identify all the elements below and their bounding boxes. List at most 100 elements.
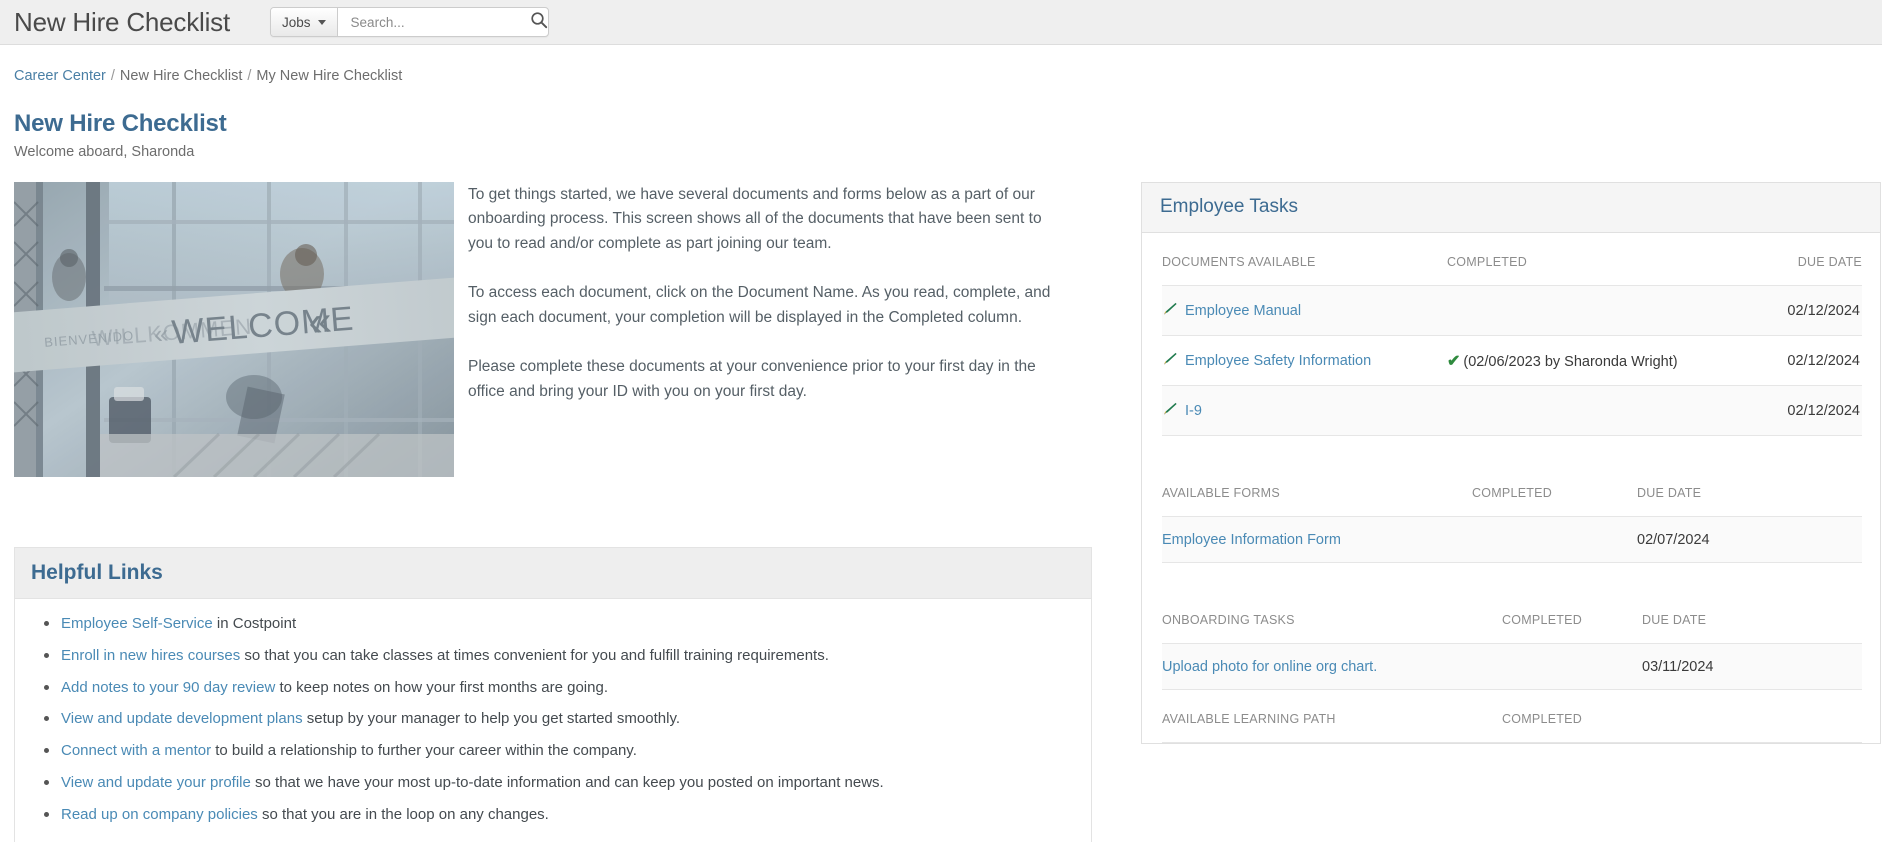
helpful-link-5[interactable]: View and update your profile: [61, 774, 251, 791]
table-header-row: AVAILABLE LEARNING PATH COMPLETED: [1162, 712, 1862, 743]
helpful-link-1[interactable]: Enroll in new hires courses: [61, 647, 240, 664]
helpful-link-text-3: setup by your manager to help you get st…: [302, 710, 681, 728]
intro-paragraph-1: To get things started, we have several d…: [468, 186, 1042, 252]
intro-paragraph-3: Please complete these documents at your …: [468, 358, 1036, 400]
helpful-link-4[interactable]: Connect with a mentor: [61, 742, 211, 759]
document-name-cell: Employee Manual: [1162, 285, 1447, 336]
intro-paragraph-2: To access each document, click on the Do…: [468, 284, 1051, 326]
employee-tasks-header: Employee Tasks: [1142, 183, 1880, 233]
intro-text: To get things started, we have several d…: [468, 182, 1068, 477]
document-completed-cell: [1447, 385, 1727, 436]
pencil-icon[interactable]: [1162, 351, 1178, 371]
onboarding-link-upload-photo[interactable]: Upload photo for online org chart.: [1162, 659, 1377, 675]
search-scope-dropdown[interactable]: Jobs: [271, 8, 338, 36]
document-completed-cell: ✔ (02/06/2023 by Sharonda Wright): [1447, 335, 1727, 386]
onboarding-task-name-cell: Upload photo for online org chart.: [1162, 643, 1502, 690]
document-due-date-cell: 02/12/2024: [1727, 335, 1862, 386]
table-header-row: DOCUMENTS AVAILABLE COMPLETED DUE DATE: [1162, 255, 1862, 286]
list-item: Connect with a mentor to build a relatio…: [15, 740, 1091, 772]
helpful-link-2[interactable]: Add notes to your 90 day review: [61, 679, 275, 696]
onboarding-due-date-cell: 03/11/2024: [1642, 643, 1862, 690]
column-header-completed: COMPLETED: [1502, 712, 1862, 743]
list-item: Add notes to your 90 day review to keep …: [15, 677, 1091, 709]
list-item: Employee Self-Service in Costpoint: [15, 613, 1091, 645]
table-header-row: ONBOARDING TASKS COMPLETED DUE DATE: [1162, 613, 1862, 644]
column-header-due-date: DUE DATE: [1727, 255, 1862, 286]
document-due-date-cell: 02/12/2024: [1727, 285, 1862, 336]
breadcrumb: Career Center / New Hire Checklist / My New …: [14, 45, 1868, 84]
pencil-icon[interactable]: [1162, 301, 1178, 321]
list-item: View and update development plans setup …: [15, 708, 1091, 740]
document-due-date-cell: 02/12/2024: [1727, 385, 1862, 436]
breadcrumb-item-new-hire-checklist[interactable]: New Hire Checklist: [120, 68, 242, 84]
column-header-available-learning-path: AVAILABLE LEARNING PATH: [1162, 712, 1502, 743]
column-header-due-date: DUE DATE: [1637, 486, 1862, 517]
list-item: View and update your profile so that we …: [15, 772, 1091, 804]
search-bar: Jobs: [270, 7, 549, 37]
chevron-down-icon: [317, 19, 326, 25]
left-column: BIENVENIDO WILLKOMMEN « WELCOME « To get…: [14, 182, 1119, 842]
helpful-link-text-2: to keep notes on how your first months a…: [275, 678, 608, 696]
helpful-link-6[interactable]: Read up on company policies: [61, 806, 258, 823]
form-completed-cell: [1472, 516, 1637, 563]
column-header-completed: COMPLETED: [1502, 613, 1642, 644]
onboarding-tasks-table: ONBOARDING TASKS COMPLETED DUE DATE Uplo…: [1162, 613, 1862, 690]
welcome-sign-photo: BIENVENIDO WILLKOMMEN « WELCOME «: [14, 182, 454, 477]
table-row: Employee Safety Information ✔ (02/06/2023…: [1162, 335, 1862, 386]
document-link-employee-safety-information[interactable]: Employee Safety Information: [1185, 353, 1371, 369]
table-header-row: AVAILABLE FORMS COMPLETED DUE DATE: [1162, 486, 1862, 517]
search-input[interactable]: [348, 13, 530, 31]
check-icon: ✔: [1447, 353, 1461, 370]
breadcrumb-separator-2: /: [247, 68, 252, 84]
intro-section: BIENVENIDO WILLKOMMEN « WELCOME « To get…: [14, 182, 1119, 477]
helpful-link-0[interactable]: Employee Self-Service: [61, 615, 213, 632]
document-link-i9[interactable]: I-9: [1185, 403, 1202, 419]
available-learning-path-table: AVAILABLE LEARNING PATH COMPLETED: [1162, 712, 1862, 743]
content-row: BIENVENIDO WILLKOMMEN « WELCOME « To get…: [14, 182, 1881, 842]
page-title: New Hire Checklist: [14, 110, 227, 137]
breadcrumb-separator-1: /: [110, 68, 115, 84]
document-name-cell: I-9: [1162, 385, 1447, 436]
helpful-link-text-4: to build a relationship to further your …: [211, 742, 637, 759]
helpful-link-text-0: in Costpoint: [212, 615, 297, 632]
column-header-onboarding-tasks: ONBOARDING TASKS: [1162, 613, 1502, 644]
form-link-employee-information-form[interactable]: Employee Information Form: [1162, 532, 1341, 548]
employee-tasks-title: Employee Tasks: [1160, 196, 1298, 217]
helpful-links-list: Employee Self-Service in Costpoint Enrol…: [15, 599, 1091, 842]
search-icon[interactable]: [530, 11, 548, 34]
table-row: Upload photo for online org chart. 03/11…: [1162, 643, 1862, 690]
employee-tasks-panel: Employee Tasks DOCUMENTS AVAILABLE COMPL…: [1141, 182, 1881, 744]
column-header-completed: COMPLETED: [1447, 255, 1727, 286]
page-subtitle: Welcome aboard, Sharonda: [14, 144, 195, 160]
column-header-due-date: DUE DATE: [1642, 613, 1862, 644]
table-row: I-9 02/12/2024: [1162, 385, 1862, 436]
list-item: Read up on company policies so that you …: [15, 804, 1091, 836]
document-link-employee-manual[interactable]: Employee Manual: [1185, 303, 1301, 319]
document-completed-text: (02/06/2023 by Sharonda Wright): [1463, 354, 1678, 370]
document-completed-cell: [1447, 285, 1727, 336]
helpful-links-panel: Helpful Links Employee Self-Service in C…: [14, 547, 1092, 842]
page-body: Career Center / New Hire Checklist / My New …: [0, 45, 1882, 842]
column-header-available-forms: AVAILABLE FORMS: [1162, 486, 1472, 517]
search-input-wrapper: [338, 8, 548, 36]
pencil-icon[interactable]: [1162, 401, 1178, 421]
onboarding-completed-cell: [1502, 643, 1642, 690]
app-title: New Hire Checklist: [14, 6, 231, 37]
helpful-link-text-5: so that we have your most up-to-date inf…: [250, 773, 884, 791]
right-column: Employee Tasks DOCUMENTS AVAILABLE COMPL…: [1141, 182, 1881, 744]
search-scope-label: Jobs: [282, 14, 311, 30]
document-name-cell: Employee Safety Information: [1162, 335, 1447, 386]
employee-tasks-body: DOCUMENTS AVAILABLE COMPLETED DUE DATE E…: [1142, 233, 1880, 743]
column-header-completed: COMPLETED: [1472, 486, 1637, 517]
helpful-link-3[interactable]: View and update development plans: [61, 710, 303, 727]
breadcrumb-item-career-center[interactable]: Career Center: [14, 68, 106, 84]
table-row: Employee Manual 02/12/2024: [1162, 285, 1862, 336]
helpful-links-header: Helpful Links: [15, 548, 1091, 599]
list-item: Enroll in new hires courses so that you …: [15, 645, 1091, 677]
helpful-link-text-1: so that you can take classes at times co…: [240, 646, 829, 664]
table-row: Employee Information Form 02/07/2024: [1162, 516, 1862, 563]
helpful-link-text-6: so that you are in the loop on any chang…: [257, 805, 549, 823]
documents-available-table: DOCUMENTS AVAILABLE COMPLETED DUE DATE E…: [1162, 255, 1862, 436]
